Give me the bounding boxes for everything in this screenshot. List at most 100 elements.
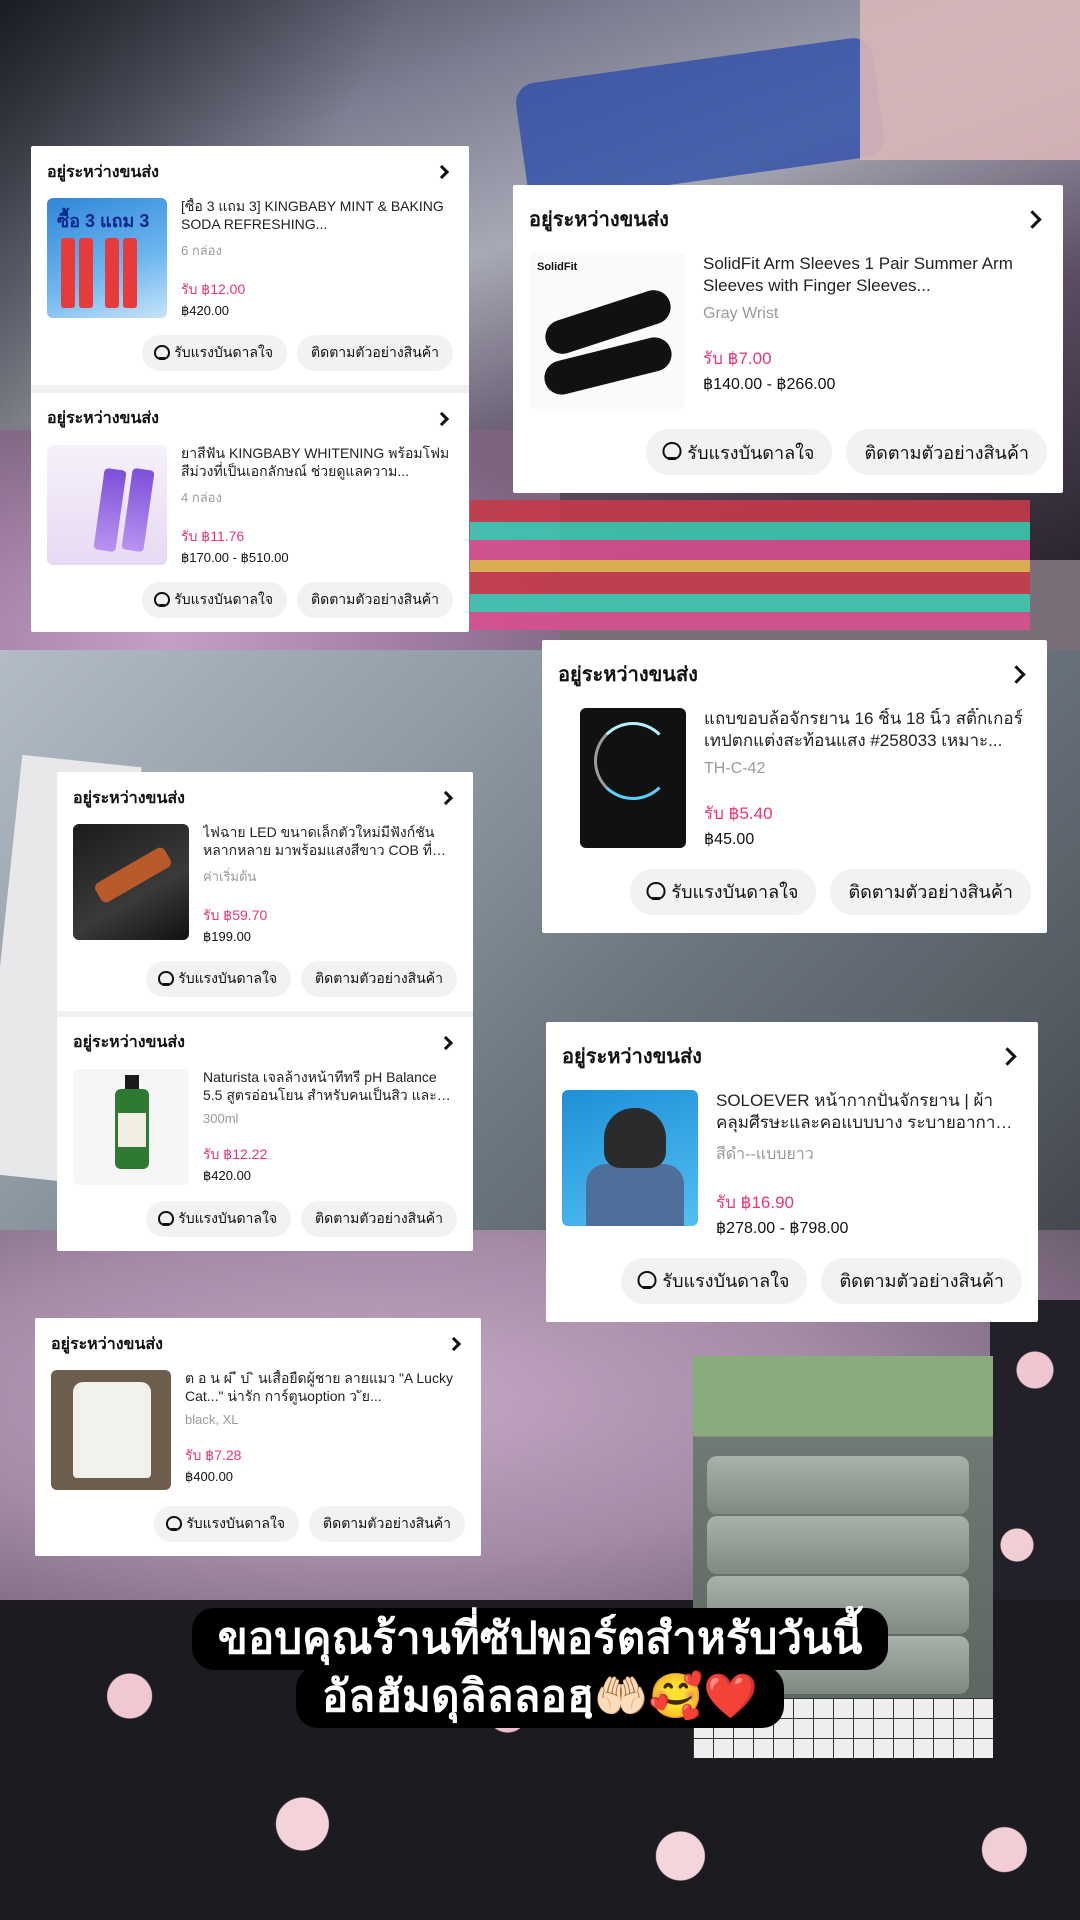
product-name: แถบขอบล้อจักรยาน 16 ชิ้น 18 นิ้ว สติ๊กเก… bbox=[704, 709, 1023, 750]
order-item: อยู่ระหว่างขนส่ง ซื้อ 3 แถม 3 [ซื้อ 3 แถ… bbox=[47, 146, 453, 385]
get-inspiration-label: รับแรงบันดาลใจ bbox=[186, 1515, 286, 1531]
track-sample-button[interactable]: ติดตามตัวอย่างสินค้า bbox=[309, 1506, 465, 1542]
order-actions: รับแรงบันดาลใจ ติดตามตัวอย่างสินค้า bbox=[47, 319, 453, 385]
bottle-label-graphic bbox=[118, 1112, 146, 1147]
product-thumbnail[interactable] bbox=[73, 824, 189, 940]
lightbulb-icon bbox=[168, 1516, 180, 1532]
product-name: [ซื้อ 3 แถม 3] KINGBABY MINT & BAKING SO… bbox=[181, 198, 444, 232]
product-info: SOLOEVER หน้ากากปั่นจักรยาน | ผ้าคลุมศีร… bbox=[716, 1090, 1022, 1238]
chevron-right-icon[interactable] bbox=[434, 164, 450, 180]
order-status-header[interactable]: อยู่ระหว่างขนส่ง bbox=[47, 393, 453, 445]
chevron-right-icon[interactable] bbox=[438, 1035, 454, 1050]
get-inspiration-button[interactable]: รับแรงบันดาลใจ bbox=[154, 1506, 300, 1542]
product-row[interactable]: ไฟฉาย LED ขนาดเล็กตัวใหม่มีฟังก์ชันหลากห… bbox=[73, 824, 457, 945]
commission-earn: รับ ฿12.22 bbox=[203, 1145, 268, 1162]
product-thumbnail[interactable] bbox=[47, 444, 167, 565]
product-thumbnail[interactable] bbox=[73, 1068, 189, 1185]
chevron-right-icon[interactable] bbox=[1007, 664, 1026, 684]
product-thumbnail[interactable] bbox=[51, 1370, 171, 1490]
helmet-mask-graphic bbox=[604, 1108, 666, 1168]
track-sample-label: ติดตามตัวอย่างสินค้า bbox=[315, 969, 443, 986]
product-name: ไฟฉาย LED ขนาดเล็กตัวใหม่มีฟังก์ชันหลากห… bbox=[203, 824, 435, 858]
order-status-header[interactable]: อยู่ระหว่างขนส่ง bbox=[51, 1318, 465, 1370]
toothpaste-graphic bbox=[79, 238, 93, 308]
thumbnail-brand-text: SolidFit bbox=[537, 261, 578, 273]
toothpaste-graphic bbox=[123, 238, 137, 308]
flashlight-graphic bbox=[92, 845, 174, 905]
get-inspiration-button[interactable]: รับแรงบันดาลใจ bbox=[630, 868, 817, 915]
product-thumbnail[interactable] bbox=[580, 708, 686, 848]
product-price: ฿45.00 bbox=[704, 830, 755, 848]
track-sample-button[interactable]: ติดตามตัวอย่างสินค้า bbox=[301, 960, 457, 997]
order-actions: รับแรงบันดาลใจ ติดตามตัวอย่างสินค้า bbox=[558, 849, 1031, 933]
product-thumbnail[interactable]: SolidFit bbox=[529, 253, 685, 409]
track-sample-label: ติดตามตัวอย่างสินค้า bbox=[864, 442, 1029, 463]
get-inspiration-button[interactable]: รับแรงบันดาลใจ bbox=[146, 1200, 292, 1237]
product-thumbnail[interactable] bbox=[562, 1090, 698, 1226]
person-body-graphic bbox=[586, 1164, 684, 1226]
order-status-label: อยู่ระหว่างขนส่ง bbox=[558, 664, 698, 686]
track-sample-button[interactable]: ติดตามตัวอย่างสินค้า bbox=[846, 429, 1047, 475]
order-status-header[interactable]: อยู่ระหว่างขนส่ง bbox=[73, 772, 457, 824]
order-status-header[interactable]: อยู่ระหว่างขนส่ง bbox=[529, 185, 1047, 253]
lightbulb-icon bbox=[156, 345, 168, 361]
chevron-right-icon[interactable] bbox=[998, 1046, 1017, 1066]
chevron-right-icon[interactable] bbox=[1023, 209, 1042, 229]
chevron-right-icon[interactable] bbox=[446, 1336, 462, 1352]
order-status-label: อยู่ระหว่างขนส่ง bbox=[47, 410, 159, 428]
get-inspiration-label: รับแรงบันดาลใจ bbox=[687, 442, 815, 463]
track-sample-button[interactable]: ติดตามตัวอย่างสินค้า bbox=[297, 334, 453, 371]
product-info: ยาสีฟัน KINGBABY WHITENING พร้อมโฟมสีม่ว… bbox=[181, 445, 453, 566]
get-inspiration-label: รับแรงบันดาลใจ bbox=[662, 1271, 790, 1291]
lightbulb-icon bbox=[648, 882, 663, 902]
background-colorful-fabric bbox=[470, 500, 1030, 630]
order-card-led-naturista: อยู่ระหว่างขนส่ง ไฟฉาย LED ขนาดเล็กตัวให… bbox=[57, 772, 473, 1251]
order-item: อยู่ระหว่างขนส่ง SolidFit SolidFit Arm S… bbox=[529, 185, 1047, 493]
order-status-header[interactable]: อยู่ระหว่างขนส่ง bbox=[558, 640, 1031, 708]
commission-earn: รับ ฿16.90 bbox=[716, 1192, 795, 1212]
product-row[interactable]: ซื้อ 3 แถม 3 [ซื้อ 3 แถม 3] KINGBABY MIN… bbox=[47, 198, 453, 319]
order-actions: รับแรงบันดาลใจ ติดตามตัวอย่างสินค้า bbox=[562, 1238, 1022, 1322]
commission-earn: รับ ฿59.70 bbox=[203, 906, 268, 923]
order-item: อยู่ระหว่างขนส่ง แถบขอบล้อจักรยาน 16 ชิ้… bbox=[558, 640, 1031, 933]
order-status-header[interactable]: อยู่ระหว่างขนส่ง bbox=[47, 146, 453, 198]
track-sample-button[interactable]: ติดตามตัวอย่างสินค้า bbox=[821, 1257, 1022, 1304]
order-status-header[interactable]: อยู่ระหว่างขนส่ง bbox=[562, 1022, 1022, 1090]
order-status-label: อยู่ระหว่างขนส่ง bbox=[73, 1034, 185, 1052]
product-price: ฿140.00 - ฿266.00 bbox=[703, 375, 836, 393]
product-info: แถบขอบล้อจักรยาน 16 ชิ้น 18 นิ้ว สติ๊กเก… bbox=[704, 708, 1031, 849]
order-item: อยู่ระหว่างขนส่ง ยาสีฟัน KINGBABY WHITEN… bbox=[47, 393, 453, 632]
product-thumbnail[interactable]: ซื้อ 3 แถม 3 bbox=[47, 198, 167, 318]
track-sample-button[interactable]: ติดตามตัวอย่างสินค้า bbox=[830, 868, 1031, 915]
product-info: SolidFit Arm Sleeves 1 Pair Summer Arm S… bbox=[703, 253, 1047, 409]
order-status-label: อยู่ระหว่างขนส่ง bbox=[47, 163, 159, 181]
product-row[interactable]: ต อ น ผ ี บ ิ นเสื้อยืดผู้ชาย ลายแมว "A … bbox=[51, 1370, 465, 1490]
order-status-label: อยู่ระหว่างขนส่ง bbox=[51, 1335, 163, 1353]
track-sample-button[interactable]: ติดตามตัวอย่างสินค้า bbox=[297, 581, 453, 618]
chevron-right-icon[interactable] bbox=[438, 790, 454, 806]
chevron-right-icon[interactable] bbox=[434, 411, 450, 426]
toothpaste-graphic bbox=[93, 467, 127, 552]
get-inspiration-button[interactable]: รับแรงบันดาลใจ bbox=[142, 334, 288, 371]
get-inspiration-button[interactable]: รับแรงบันดาลใจ bbox=[146, 960, 292, 997]
product-variant: black, XL bbox=[185, 1411, 239, 1427]
parcel-graphic bbox=[707, 1456, 969, 1514]
get-inspiration-label: รับแรงบันดาลใจ bbox=[671, 882, 799, 902]
product-name: SolidFit Arm Sleeves 1 Pair Summer Arm S… bbox=[703, 254, 1013, 295]
order-card-soloever: อยู่ระหว่างขนส่ง SOLOEVER หน้ากากปั่นจัก… bbox=[546, 1022, 1038, 1322]
product-row[interactable]: SolidFit SolidFit Arm Sleeves 1 Pair Sum… bbox=[529, 253, 1047, 409]
order-actions: รับแรงบันดาลใจ ติดตามตัวอย่างสินค้า bbox=[51, 1490, 465, 1556]
product-row[interactable]: SOLOEVER หน้ากากปั่นจักรยาน | ผ้าคลุมศีร… bbox=[562, 1090, 1022, 1238]
order-status-header[interactable]: อยู่ระหว่างขนส่ง bbox=[73, 1017, 457, 1069]
product-row[interactable]: Naturista เจลล้างหน้าทีทรี pH Balance 5.… bbox=[73, 1068, 457, 1185]
get-inspiration-button[interactable]: รับแรงบันดาลใจ bbox=[621, 1257, 808, 1304]
track-sample-button[interactable]: ติดตามตัวอย่างสินค้า bbox=[301, 1200, 457, 1237]
toothpaste-graphic bbox=[105, 238, 119, 308]
get-inspiration-button[interactable]: รับแรงบันดาลใจ bbox=[646, 429, 833, 475]
product-row[interactable]: ยาสีฟัน KINGBABY WHITENING พร้อมโฟมสีม่ว… bbox=[47, 444, 453, 566]
get-inspiration-button[interactable]: รับแรงบันดาลใจ bbox=[142, 581, 288, 618]
lightbulb-icon bbox=[639, 1271, 654, 1291]
product-row[interactable]: แถบขอบล้อจักรยาน 16 ชิ้น 18 นิ้ว สติ๊กเก… bbox=[558, 708, 1031, 849]
product-price: ฿400.00 bbox=[185, 1468, 234, 1484]
product-variant: Gray Wrist bbox=[703, 304, 779, 322]
